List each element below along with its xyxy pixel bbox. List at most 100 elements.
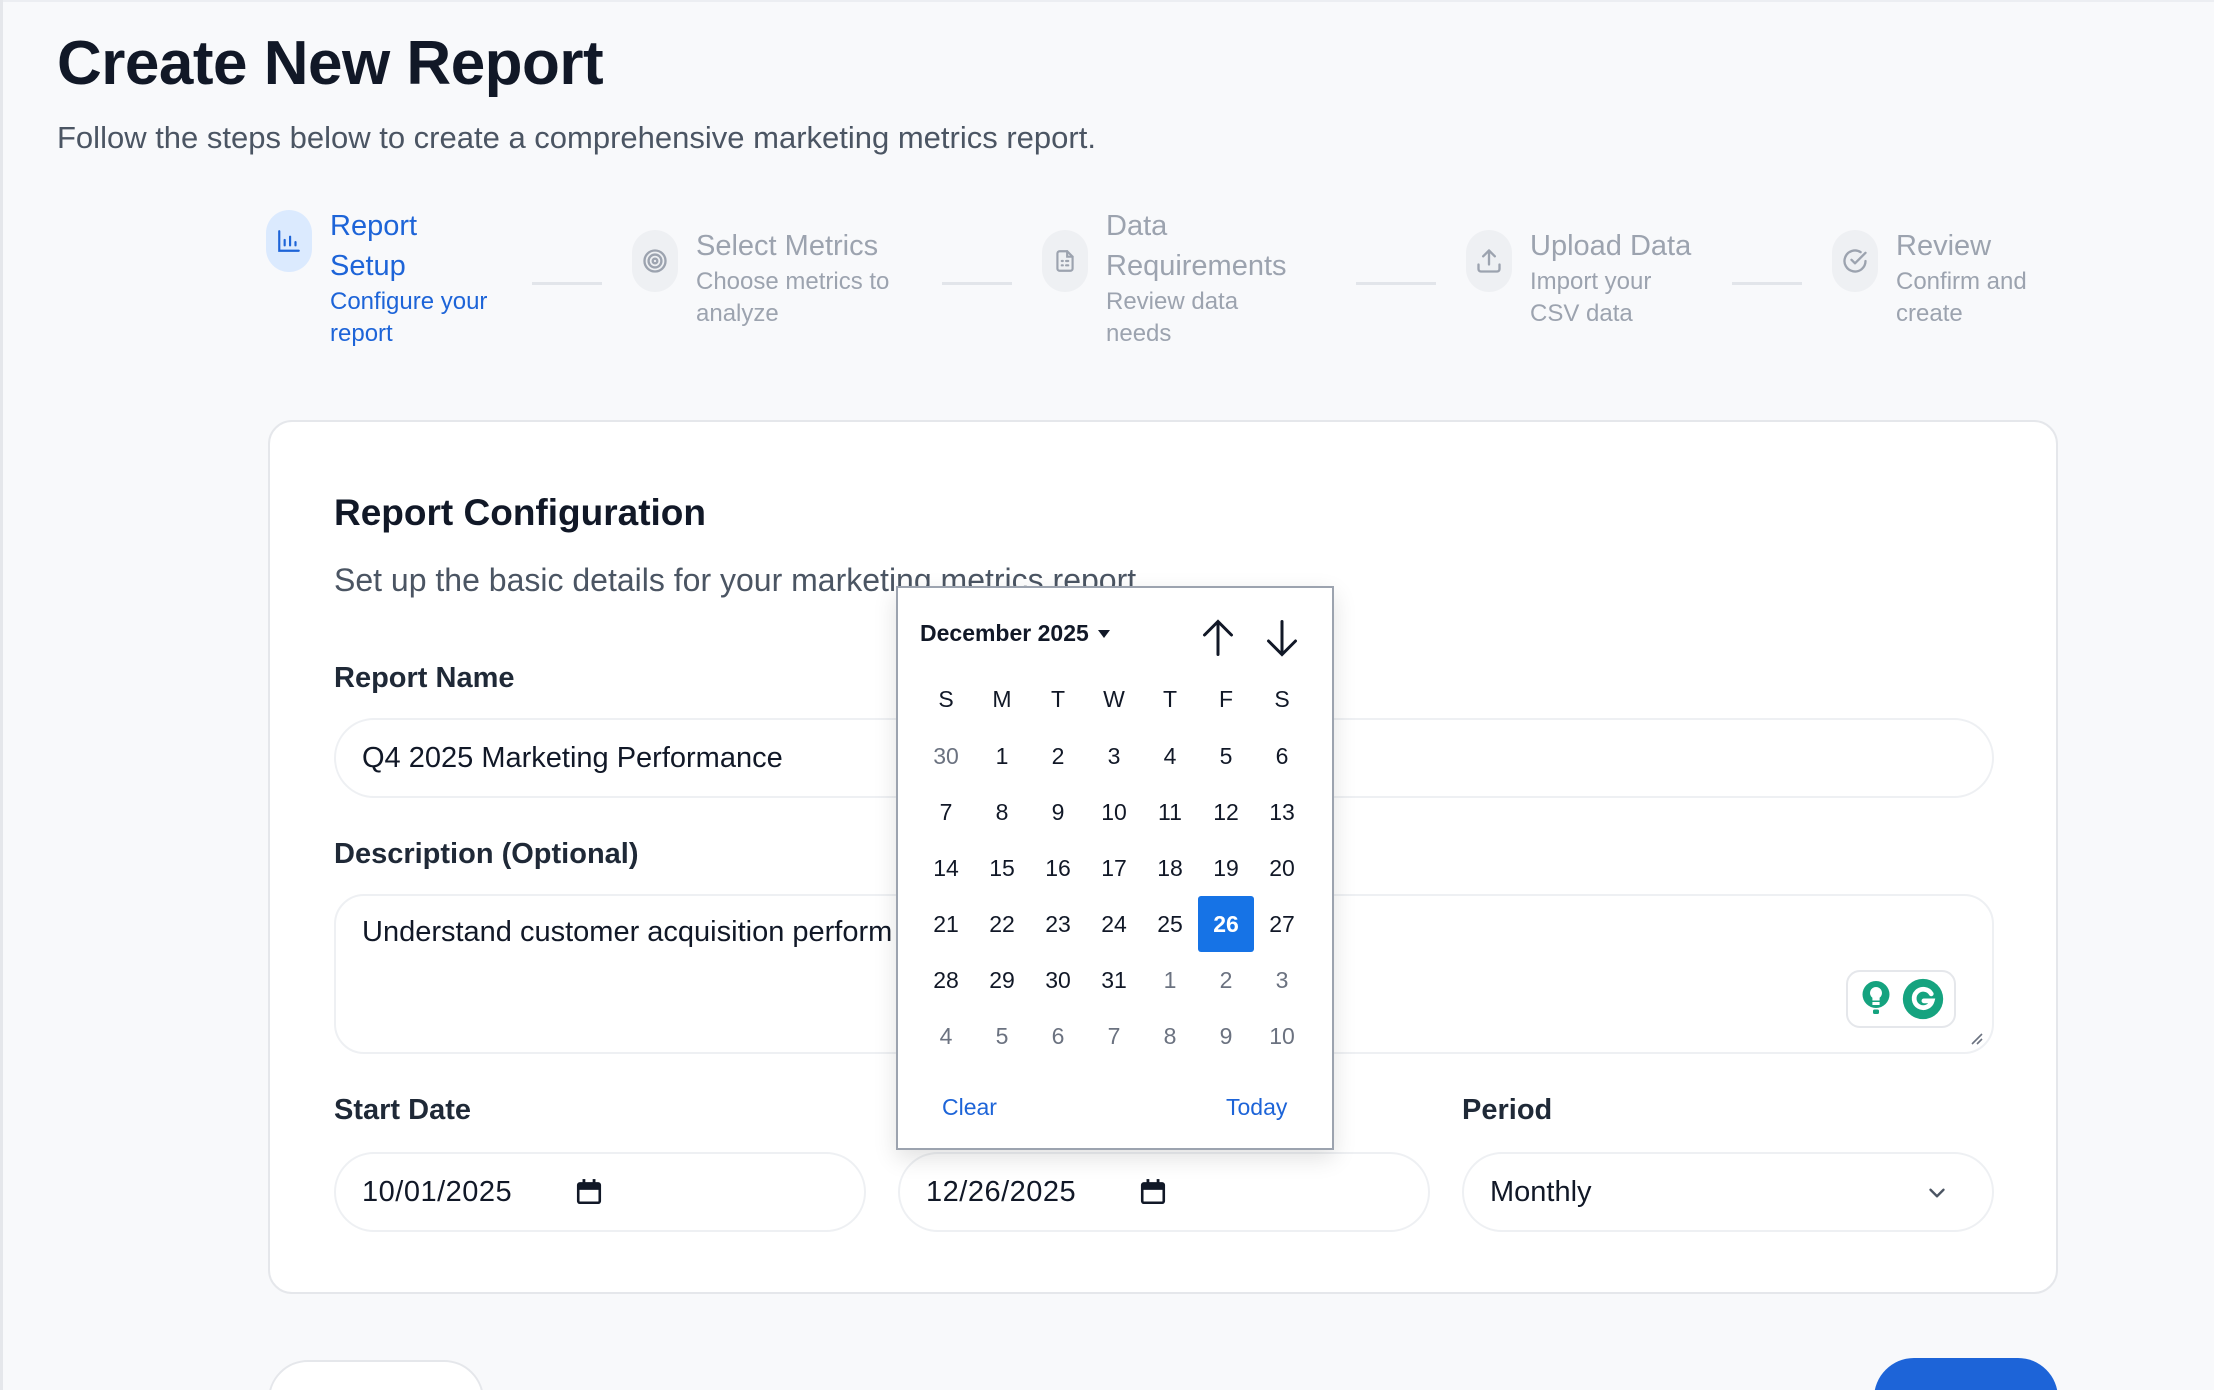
calendar-day[interactable]: 13 (1254, 784, 1310, 840)
next-month-button[interactable] (1264, 618, 1300, 658)
step-title: Report (330, 210, 418, 242)
clear-button[interactable]: Clear (942, 1094, 997, 1121)
document-icon (1042, 230, 1088, 292)
end-date-input[interactable]: 12/26/2025 (898, 1152, 1430, 1232)
period-select[interactable]: Monthly (1462, 1152, 1994, 1232)
step-report-setup[interactable]: Report Setup Configure your report (266, 210, 487, 350)
step-connector (1356, 282, 1436, 285)
calendar-day[interactable]: 1 (974, 728, 1030, 784)
resize-handle-icon[interactable] (1968, 1030, 1984, 1046)
today-button[interactable]: Today (1226, 1094, 1287, 1121)
calendar-day[interactable]: 7 (1086, 1008, 1142, 1064)
calendar-day[interactable]: 30 (918, 728, 974, 784)
description-value: Understand customer acquisition perform (362, 916, 893, 948)
calendar-week-row: 30 1 2 3 4 5 6 (918, 728, 1318, 784)
calendar-day[interactable]: 20 (1254, 840, 1310, 896)
start-date-input[interactable]: 10/01/2025 (334, 1152, 866, 1232)
lightbulb-icon[interactable] (1858, 979, 1894, 1019)
period-label: Period (1462, 1094, 1553, 1126)
calendar-week-row: 14 15 16 17 18 19 20 (918, 840, 1318, 896)
step-description: report (330, 320, 393, 347)
calendar-day[interactable]: 21 (918, 896, 974, 952)
calendar-day[interactable]: 30 (1030, 952, 1086, 1008)
report-name-label: Report Name (334, 662, 515, 694)
calendar-day[interactable]: 6 (1254, 728, 1310, 784)
calendar-day[interactable]: 6 (1030, 1008, 1086, 1064)
calendar-day[interactable]: 10 (1254, 1008, 1310, 1064)
calendar-day[interactable]: 8 (1142, 1008, 1198, 1064)
calendar-day[interactable]: 25 (1142, 896, 1198, 952)
grammarly-icon[interactable] (1901, 977, 1945, 1021)
calendar-weeks: 30 1 2 3 4 5 6 7 8 9 10 11 12 13 14 15 16 17 18 19 20 21 22 23 2… (918, 728, 1318, 1064)
calendar-day[interactable]: 10 (1086, 784, 1142, 840)
calendar-day[interactable]: 3 (1086, 728, 1142, 784)
weekday-label: M (992, 686, 1012, 712)
end-date-value: 12/26/2025 (926, 1175, 1077, 1208)
calendar-day[interactable]: 2 (1030, 728, 1086, 784)
calendar-day[interactable]: 2 (1198, 952, 1254, 1008)
calendar-day[interactable]: 9 (1198, 1008, 1254, 1064)
calendar-day[interactable]: 17 (1086, 840, 1142, 896)
month-year-selector[interactable]: December 2025 (920, 620, 1111, 647)
calendar-day[interactable]: 29 (974, 952, 1030, 1008)
calendar-week-row: 28 29 30 31 1 2 3 (918, 952, 1318, 1008)
calendar-day[interactable]: 4 (1142, 728, 1198, 784)
step-title: Upload Data (1530, 230, 1692, 262)
bar-chart-icon (266, 210, 312, 272)
step-title: Review (1896, 230, 1992, 262)
calendar-day[interactable]: 4 (918, 1008, 974, 1064)
calendar-day[interactable]: 11 (1142, 784, 1198, 840)
calendar-day[interactable]: 12 (1198, 784, 1254, 840)
calendar-day[interactable]: 8 (974, 784, 1030, 840)
calendar-day-selected[interactable]: 26 (1198, 896, 1254, 952)
calendar-day[interactable]: 31 (1086, 952, 1142, 1008)
card-title: Report Configuration (334, 492, 707, 533)
calendar-day[interactable]: 7 (918, 784, 974, 840)
step-description: CSV data (1530, 300, 1633, 327)
calendar-day[interactable]: 16 (1030, 840, 1086, 896)
step-description: Review data (1106, 288, 1239, 315)
caret-down-icon (1097, 629, 1110, 638)
weekday-header-row: S M T W T F S (918, 680, 1318, 728)
calendar-day[interactable]: 24 (1086, 896, 1142, 952)
calendar-day[interactable]: 15 (974, 840, 1030, 896)
previous-month-button[interactable] (1200, 618, 1236, 658)
step-data-requirements[interactable]: Data Requirements Review data needs (1042, 210, 1287, 350)
step-description: analyze (696, 300, 779, 327)
calendar-day[interactable]: 27 (1254, 896, 1310, 952)
step-description: Choose metrics to (696, 268, 890, 295)
weekday-label: S (938, 686, 954, 712)
next-button[interactable] (1874, 1358, 2058, 1390)
calendar-day[interactable]: 22 (974, 896, 1030, 952)
calendar-icon[interactable] (576, 1178, 602, 1206)
check-circle-icon (1832, 230, 1878, 292)
weekday-label: T (1162, 686, 1178, 712)
step-description: Confirm and (1896, 268, 2027, 295)
calendar-day[interactable]: 18 (1142, 840, 1198, 896)
calendar-week-row: 7 8 9 10 11 12 13 (918, 784, 1318, 840)
calendar-day[interactable]: 3 (1254, 952, 1310, 1008)
calendar-day[interactable]: 5 (974, 1008, 1030, 1064)
calendar-day[interactable]: 28 (918, 952, 974, 1008)
cancel-button[interactable] (268, 1360, 484, 1390)
step-review[interactable]: Review Confirm and create (1832, 230, 2027, 330)
step-title: Requirements (1106, 250, 1287, 282)
calendar-icon[interactable] (1140, 1178, 1166, 1206)
grammarly-widget[interactable] (1846, 970, 1956, 1028)
chevron-down-icon (1929, 1188, 1945, 1198)
weekday-label: T (1050, 686, 1066, 712)
calendar-day[interactable]: 23 (1030, 896, 1086, 952)
calendar-day[interactable]: 9 (1030, 784, 1086, 840)
calendar-day[interactable]: 1 (1142, 952, 1198, 1008)
calendar-day[interactable]: 14 (918, 840, 974, 896)
calendar-day[interactable]: 19 (1198, 840, 1254, 896)
page-title: Create New Report (57, 29, 604, 98)
step-select-metrics[interactable]: Select Metrics Choose metrics to analyze (632, 230, 889, 330)
calendar-day[interactable]: 5 (1198, 728, 1254, 784)
stepper: Report Setup Configure your report Selec… (266, 210, 2056, 360)
step-description: create (1896, 300, 1963, 327)
step-description: Configure your (330, 288, 488, 315)
step-upload-data[interactable]: Upload Data Import your CSV data (1466, 230, 1691, 330)
date-picker-popup: December 2025 S M T W T F S 30 1 2 3 4 5 6 7 8 9 1… (896, 586, 1334, 1150)
weekday-label: F (1218, 686, 1234, 712)
